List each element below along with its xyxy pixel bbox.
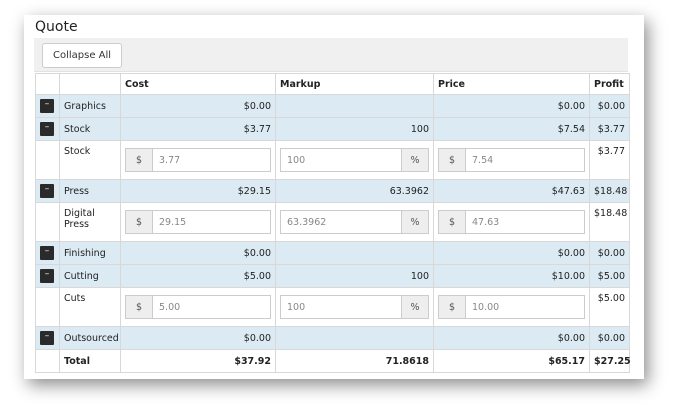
total-row: Total $37.92 71.8618 $65.17 $27.25: [35, 349, 631, 373]
row-label: Finishing: [59, 241, 121, 265]
toolbar: Collapse All: [34, 38, 628, 72]
percent-addon: %: [401, 211, 428, 233]
markup-input[interactable]: [281, 211, 401, 233]
row-label: Digital Press: [59, 202, 121, 242]
price-input[interactable]: [466, 211, 584, 233]
collapse-toggle-icon[interactable]: –: [40, 184, 54, 198]
markup-input-group: %: [280, 210, 429, 234]
profit-value: $0.00: [589, 326, 630, 350]
cost-value: $0.00: [120, 94, 276, 118]
currency-addon: $: [126, 296, 153, 318]
row-label: Stock: [59, 140, 121, 180]
price-value: $47.63: [433, 179, 590, 203]
header-markup: Markup: [275, 73, 434, 95]
markup-value: [275, 241, 434, 265]
price-input[interactable]: [466, 149, 584, 171]
collapse-toggle-icon[interactable]: –: [40, 269, 54, 283]
price-input-group: $: [438, 295, 585, 319]
currency-addon: $: [126, 149, 153, 171]
markup-value: 63.3962: [275, 179, 434, 203]
total-markup: 71.8618: [275, 349, 434, 373]
collapse-toggle-icon[interactable]: –: [40, 122, 54, 136]
markup-input-group: %: [280, 148, 429, 172]
price-input[interactable]: [466, 296, 584, 318]
table-header: Cost Markup Price Profit: [35, 73, 630, 95]
cost-input[interactable]: [153, 296, 270, 318]
detail-row-cuts: Cuts $ % $: [35, 287, 630, 327]
cost-value: $29.15: [120, 179, 276, 203]
cost-value: $0.00: [120, 326, 276, 350]
markup-value: 100: [275, 264, 434, 288]
detail-row-stock: Stock $ % $: [35, 140, 630, 180]
cost-value: $5.00: [120, 264, 276, 288]
currency-addon: $: [439, 149, 466, 171]
markup-input[interactable]: [281, 296, 401, 318]
group-row-stock: – Stock $3.77 100 $7.54 $3.77: [35, 117, 630, 141]
markup-value: 100: [275, 117, 434, 141]
collapse-toggle-icon[interactable]: –: [40, 246, 54, 260]
markup-value: [275, 94, 434, 118]
price-input-group: $: [438, 148, 585, 172]
profit-value: $0.00: [589, 241, 630, 265]
profit-value: $18.48: [589, 179, 630, 203]
header-cost: Cost: [120, 73, 276, 95]
currency-addon: $: [126, 211, 153, 233]
cost-input-group: $: [125, 295, 271, 319]
currency-addon: $: [439, 211, 466, 233]
header-toggle: [35, 73, 60, 95]
price-value: $10.00: [433, 264, 590, 288]
markup-input-group: %: [280, 295, 429, 319]
quote-table: Cost Markup Price Profit – Graphics $0.0…: [35, 73, 631, 373]
group-row-press: – Press $29.15 63.3962 $47.63 $18.48: [35, 179, 630, 203]
profit-value: $0.00: [589, 94, 630, 118]
row-label: Stock: [59, 117, 121, 141]
cost-input-group: $: [125, 210, 271, 234]
cost-value: $0.00: [120, 241, 276, 265]
collapse-toggle-icon[interactable]: –: [40, 331, 54, 345]
price-input-group: $: [438, 210, 585, 234]
row-label: Graphics: [59, 94, 121, 118]
detail-row-digital-press: Digital Press $ % $: [35, 202, 630, 242]
collapse-all-button[interactable]: Collapse All: [42, 43, 123, 68]
group-row-cutting: – Cutting $5.00 100 $10.00 $5.00: [35, 264, 630, 288]
price-value: $7.54: [433, 117, 590, 141]
cost-input[interactable]: [153, 211, 270, 233]
collapse-toggle-icon[interactable]: –: [40, 99, 54, 113]
header-profit: Profit: [589, 73, 630, 95]
group-row-finishing: – Finishing $0.00 $0.00 $0.00: [35, 241, 630, 265]
group-row-outsourced: – Outsourced $0.00 $0.00 $0.00: [35, 326, 630, 350]
total-cost: $37.92: [120, 349, 276, 373]
cost-value: $3.77: [120, 117, 276, 141]
panel-title: Quote: [35, 19, 78, 35]
total-label: Total: [59, 349, 121, 373]
total-price: $65.17: [433, 349, 590, 373]
profit-value: $3.77: [589, 117, 630, 141]
profit-value: $3.77: [589, 140, 630, 180]
header-label: [59, 73, 121, 95]
row-label: Cuts: [59, 287, 121, 327]
row-label: Press: [59, 179, 121, 203]
markup-input[interactable]: [281, 149, 401, 171]
header-price: Price: [433, 73, 590, 95]
profit-value: $5.00: [589, 264, 630, 288]
percent-addon: %: [401, 149, 428, 171]
cost-input[interactable]: [153, 149, 270, 171]
row-label: Cutting: [59, 264, 121, 288]
percent-addon: %: [401, 296, 428, 318]
price-value: $0.00: [433, 326, 590, 350]
price-value: $0.00: [433, 241, 590, 265]
row-label: Outsourced: [59, 326, 121, 350]
currency-addon: $: [439, 296, 466, 318]
markup-value: [275, 326, 434, 350]
cost-input-group: $: [125, 148, 271, 172]
group-row-graphics: – Graphics $0.00 $0.00 $0.00: [35, 94, 630, 118]
quote-panel: Quote Collapse All Cost Markup Price Pro…: [24, 15, 644, 379]
total-profit: $27.25: [589, 349, 631, 373]
profit-value: $18.48: [589, 202, 630, 242]
profit-value: $5.00: [589, 287, 630, 327]
price-value: $0.00: [433, 94, 590, 118]
